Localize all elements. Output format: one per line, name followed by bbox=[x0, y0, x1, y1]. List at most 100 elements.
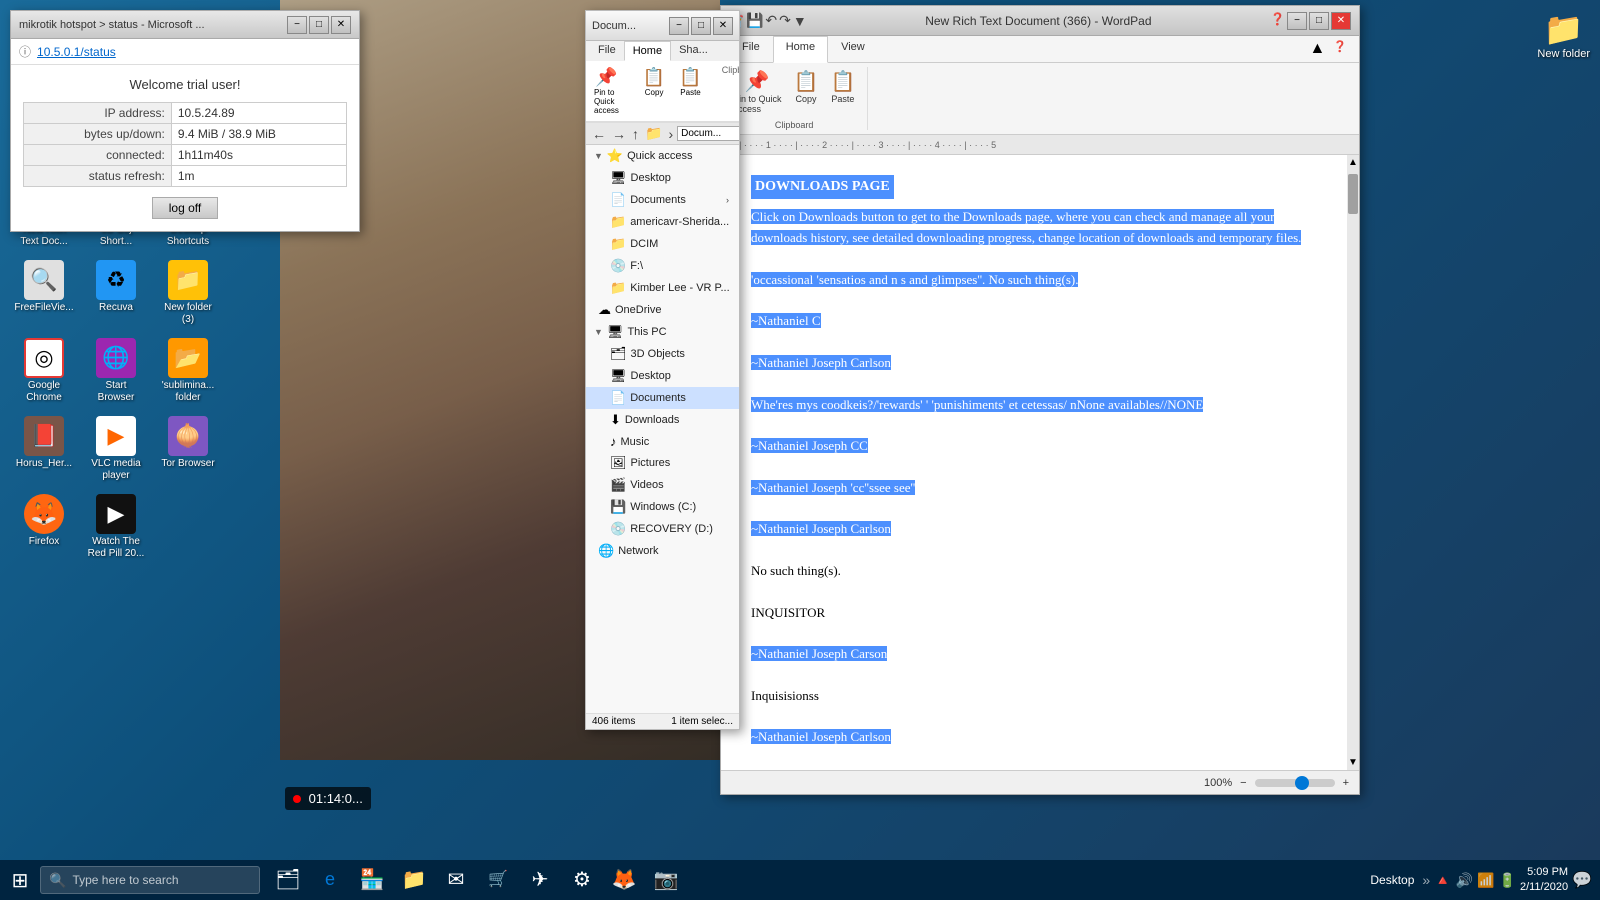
taskbar-camera[interactable]: 📷 bbox=[646, 860, 686, 900]
wordpad-document[interactable]: DOWNLOADS PAGE Click on Downloads button… bbox=[721, 155, 1347, 770]
close-button[interactable]: ✕ bbox=[331, 16, 351, 34]
taskbar-mail[interactable]: ✉ bbox=[436, 860, 476, 900]
desktop-icon-subliminaz[interactable]: 📂 'sublimina... folder bbox=[154, 334, 222, 408]
tray-warning-icon[interactable]: 🔺 bbox=[1434, 872, 1451, 889]
desktop-icon-freefileview[interactable]: 🔍 FreeFileVie... bbox=[10, 256, 78, 330]
wp-copy-button[interactable]: 📋 Copy bbox=[790, 67, 823, 116]
camera-icon: 📷 bbox=[654, 867, 679, 892]
taskbar-explorer[interactable]: 📁 bbox=[394, 860, 434, 900]
fe-ribbon-tabs: File Home Sha... bbox=[586, 41, 739, 61]
taskbar-firefox-btn[interactable]: 🦊 bbox=[604, 860, 644, 900]
fe-pin-button[interactable]: 📌 Pin to Quickaccess bbox=[590, 65, 623, 117]
fe-tree-desktop2[interactable]: 🖥 Desktop bbox=[586, 365, 739, 387]
fe-tree-this-pc[interactable]: ▼ 🖥 This PC bbox=[586, 321, 739, 343]
taskbar-show-desktop[interactable]: » bbox=[1422, 872, 1430, 888]
wp-paste-button[interactable]: 📋 Paste bbox=[826, 67, 859, 116]
fe-quick-access-header[interactable]: ▼ ⭐ Quick access bbox=[586, 145, 739, 167]
fe-tree-recovery-d[interactable]: 💿 RECOVERY (D:) bbox=[586, 518, 739, 540]
notification-icon[interactable]: 💬 bbox=[1572, 870, 1592, 890]
wp-scroll-thumb[interactable] bbox=[1348, 174, 1358, 214]
maximize-button[interactable]: □ bbox=[309, 16, 329, 34]
taskbar-task-view[interactable]: 🗂 bbox=[268, 860, 308, 900]
wp-zoom-plus-button[interactable]: + bbox=[1343, 777, 1349, 789]
fe-tree-documents[interactable]: 📄 Documents › bbox=[586, 189, 739, 211]
wp-maximize-button[interactable]: □ bbox=[1309, 12, 1329, 30]
tray-network-icon[interactable]: 📶 bbox=[1477, 872, 1494, 889]
wp-tab-home[interactable]: Home bbox=[773, 36, 828, 63]
wp-zoom-minus-button[interactable]: − bbox=[1240, 777, 1246, 789]
desktop-icon-tor[interactable]: 🧅 Tor Browser bbox=[154, 412, 222, 486]
taskbar-search-box[interactable]: 🔍 Type here to search bbox=[40, 866, 260, 894]
fe-tab-share[interactable]: Sha... bbox=[671, 41, 716, 61]
desktop-icon-firefox[interactable]: 🦊 Firefox bbox=[10, 490, 78, 564]
dcim-icon: 📁 bbox=[610, 236, 626, 252]
fe-tree-americavr[interactable]: 📁 americavr-Sherida... bbox=[586, 211, 739, 233]
taskbar-clock[interactable]: 5:09 PM 2/11/2020 bbox=[1520, 865, 1568, 896]
fe-tree-pictures[interactable]: 🖼 Pictures bbox=[586, 452, 739, 474]
taskbar-edge[interactable]: e bbox=[310, 860, 350, 900]
logoff-button[interactable]: log off bbox=[152, 197, 218, 219]
desktop-icon-horus[interactable]: 📕 Horus_Her... bbox=[10, 412, 78, 486]
fe-tree-kimber-lee[interactable]: 📁 Kimber Lee - VR P... bbox=[586, 277, 739, 299]
taskbar-store[interactable]: 🏪 bbox=[352, 860, 392, 900]
desktop-icon-vlc[interactable]: ▶ VLC media player bbox=[82, 412, 150, 486]
fe-tab-file[interactable]: File bbox=[590, 41, 624, 61]
fe-close-button[interactable]: ✕ bbox=[713, 17, 733, 35]
taskbar-amazon[interactable]: 🛒 bbox=[478, 860, 518, 900]
fe-tree-3d-objects[interactable]: 🗂 3D Objects bbox=[586, 343, 739, 365]
wp-tab-view[interactable]: View bbox=[828, 36, 878, 62]
tor-icon: 🧅 bbox=[168, 416, 208, 456]
fe-tree-dcim[interactable]: 📁 DCIM bbox=[586, 233, 739, 255]
fe-tree-f-drive[interactable]: 💿 F:\ bbox=[586, 255, 739, 277]
wp-save-button[interactable]: 💾 bbox=[746, 12, 763, 29]
taskbar-tripadvisor[interactable]: ✈ bbox=[520, 860, 560, 900]
wp-undo-button[interactable]: ↶ bbox=[765, 12, 777, 29]
minimize-button[interactable]: − bbox=[287, 16, 307, 34]
wp-expand-ribbon[interactable]: ▲ bbox=[1305, 36, 1329, 62]
wordpad-scrollbar[interactable]: ▲ ▼ bbox=[1347, 155, 1359, 770]
tray-volume-icon[interactable]: 🔊 bbox=[1456, 872, 1473, 889]
fe-tree-downloads[interactable]: ⬇ Downloads bbox=[586, 409, 739, 431]
taskbar-right-area: Desktop » 🔺 🔊 📶 🔋 5:09 PM 2/11/2020 💬 bbox=[1370, 865, 1600, 896]
fe-tree-documents2[interactable]: 📄 Documents bbox=[586, 387, 739, 409]
address-text[interactable]: 10.5.0.1/status bbox=[37, 45, 116, 59]
desktop-icon-new-folder-top-right[interactable]: 📁 New folder bbox=[1537, 10, 1590, 60]
desktop-label-fe: Desktop bbox=[631, 172, 671, 184]
fe-tree-videos[interactable]: 🎬 Videos bbox=[586, 474, 739, 496]
subliminaz-icon: 📂 bbox=[168, 338, 208, 378]
wp-help-icon[interactable]: ❓ bbox=[1270, 12, 1285, 30]
wp-scroll-up-button[interactable]: ▲ bbox=[1346, 155, 1359, 170]
wp-zoom-slider[interactable] bbox=[1255, 779, 1335, 787]
wp-scroll-down-button[interactable]: ▼ bbox=[1346, 755, 1359, 770]
wp-redo-button[interactable]: ↷ bbox=[779, 12, 791, 29]
fe-tree-onedrive[interactable]: ☁ OneDrive bbox=[586, 299, 739, 321]
fe-tree-network[interactable]: 🌐 Network bbox=[586, 540, 739, 562]
fe-back-button[interactable]: ← bbox=[590, 126, 608, 142]
fe-copy-button[interactable]: 📋 Copy bbox=[639, 65, 669, 117]
mikrotik-table: IP address: 10.5.24.89 bytes up/down: 9.… bbox=[23, 102, 347, 187]
wp-qat-dropdown[interactable]: ▼ bbox=[793, 13, 807, 29]
desktop-icon-watch-film[interactable]: ▶ Watch The Red Pill 20... bbox=[82, 490, 150, 564]
desktop-icon-start-tor[interactable]: 🌐 Start Browser bbox=[82, 334, 150, 408]
fe-forward-button[interactable]: → bbox=[610, 126, 628, 142]
fe-address-bar[interactable] bbox=[677, 126, 740, 141]
wp-close-button[interactable]: ✕ bbox=[1331, 12, 1351, 30]
wp-minimize-button[interactable]: − bbox=[1287, 12, 1307, 30]
fe-paste-button[interactable]: 📋 Paste bbox=[675, 65, 705, 117]
fe-up-button[interactable]: ↑ bbox=[630, 126, 641, 142]
fe-minimize-button[interactable]: − bbox=[669, 17, 689, 35]
wp-help-link[interactable]: ❓ bbox=[1329, 36, 1351, 62]
desktop-icon-chrome[interactable]: ◎ Google Chrome bbox=[10, 334, 78, 408]
tray-battery-icon[interactable]: 🔋 bbox=[1499, 872, 1516, 889]
desktop-icon-recuva[interactable]: ♻ Recuva bbox=[82, 256, 150, 330]
pictures-label: Pictures bbox=[631, 457, 671, 469]
fe-tree-windows-c[interactable]: 💾 Windows (C:) bbox=[586, 496, 739, 518]
wp-zoom-thumb[interactable] bbox=[1295, 776, 1309, 790]
desktop-icon-new-folder-3[interactable]: 📁 New folder (3) bbox=[154, 256, 222, 330]
fe-tree-desktop[interactable]: 🖥 Desktop bbox=[586, 167, 739, 189]
start-button[interactable]: ⊞ bbox=[0, 860, 40, 900]
taskbar-settings[interactable]: ⚙ bbox=[562, 860, 602, 900]
fe-maximize-button[interactable]: □ bbox=[691, 17, 711, 35]
fe-tab-home[interactable]: Home bbox=[624, 41, 671, 61]
fe-tree-music[interactable]: ♪ Music bbox=[586, 431, 739, 452]
